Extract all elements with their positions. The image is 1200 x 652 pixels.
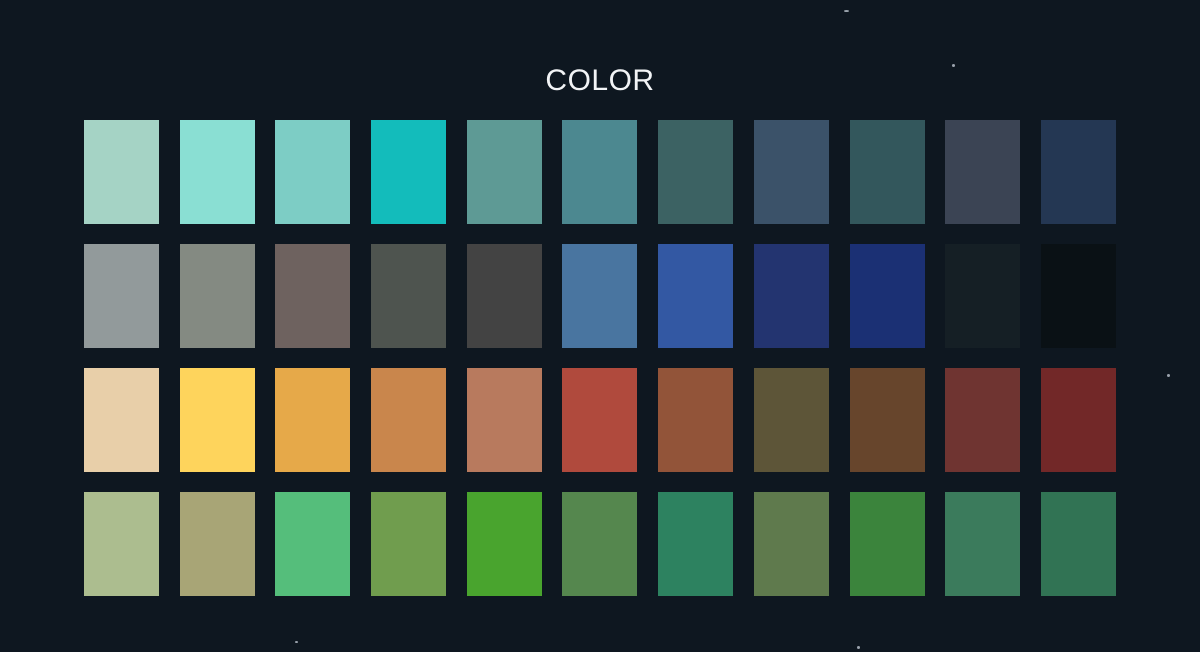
color-swatch[interactable] [945, 368, 1021, 472]
color-swatch[interactable] [945, 244, 1021, 348]
color-swatch[interactable] [1040, 492, 1116, 596]
color-swatch[interactable] [753, 120, 829, 224]
color-swatch[interactable] [179, 368, 255, 472]
color-swatch[interactable] [84, 368, 159, 472]
color-swatch[interactable] [466, 368, 542, 472]
color-swatch[interactable] [562, 368, 638, 472]
star-decoration [844, 10, 849, 12]
color-swatch[interactable] [849, 368, 925, 472]
color-swatch[interactable] [275, 368, 351, 472]
color-swatch[interactable] [371, 368, 447, 472]
color-swatch[interactable] [466, 492, 542, 596]
color-swatch[interactable] [753, 244, 829, 348]
color-swatch[interactable] [275, 244, 351, 348]
color-swatch[interactable] [275, 492, 351, 596]
color-swatch[interactable] [849, 120, 925, 224]
color-swatch[interactable] [371, 244, 447, 348]
color-swatch[interactable] [371, 120, 447, 224]
star-decoration [857, 646, 860, 649]
color-swatch[interactable] [84, 492, 159, 596]
star-decoration [1167, 374, 1170, 377]
star-decoration [295, 641, 298, 643]
color-swatch[interactable] [466, 244, 542, 348]
color-swatch[interactable] [658, 120, 734, 224]
star-decoration [952, 64, 955, 67]
color-swatch[interactable] [562, 120, 638, 224]
page: COLOR [0, 0, 1200, 652]
color-swatch[interactable] [945, 492, 1021, 596]
color-swatch[interactable] [562, 492, 638, 596]
color-palette-grid [84, 120, 1116, 596]
color-swatch[interactable] [658, 368, 734, 472]
color-swatch[interactable] [179, 120, 255, 224]
page-title: COLOR [545, 64, 655, 98]
color-swatch[interactable] [849, 492, 925, 596]
color-swatch[interactable] [84, 244, 159, 348]
color-swatch[interactable] [371, 492, 447, 596]
color-swatch[interactable] [945, 120, 1021, 224]
color-swatch[interactable] [1040, 120, 1116, 224]
color-swatch[interactable] [1040, 244, 1116, 348]
color-swatch[interactable] [753, 492, 829, 596]
color-swatch[interactable] [466, 120, 542, 224]
color-swatch[interactable] [753, 368, 829, 472]
color-swatch[interactable] [562, 244, 638, 348]
color-swatch[interactable] [849, 244, 925, 348]
color-swatch[interactable] [179, 492, 255, 596]
color-swatch[interactable] [1040, 368, 1116, 472]
color-swatch[interactable] [658, 244, 734, 348]
color-swatch[interactable] [275, 120, 351, 224]
color-swatch[interactable] [84, 120, 159, 224]
color-swatch[interactable] [658, 492, 734, 596]
color-swatch[interactable] [179, 244, 255, 348]
